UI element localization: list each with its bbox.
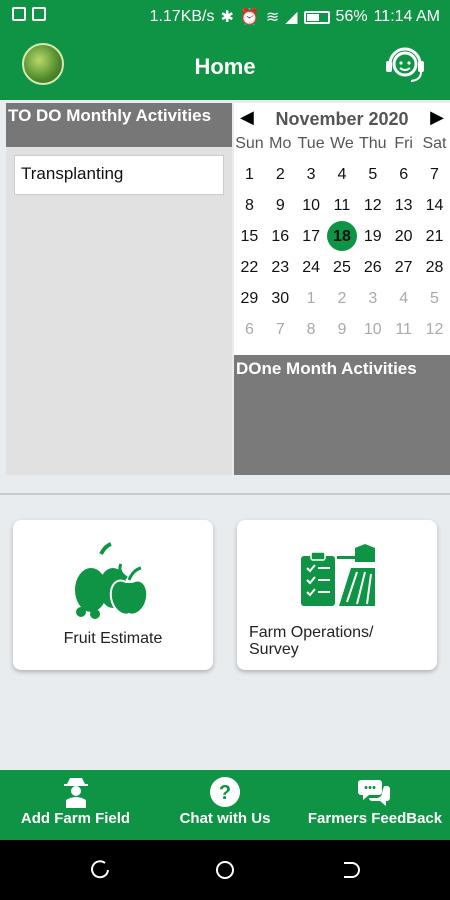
todo-heading: TO DO Monthly Activities xyxy=(6,103,232,147)
todo-item[interactable]: Transplanting xyxy=(14,155,224,195)
bluetooth-icon: ✱ xyxy=(220,9,234,26)
calendar-day[interactable]: 11 xyxy=(327,190,358,221)
farm-operations-card[interactable]: Farm Operations/ Survey xyxy=(237,520,437,670)
nav-farmers-feedback[interactable]: Farmers FeedBack xyxy=(300,770,450,840)
calendar-day[interactable]: 12 xyxy=(419,314,450,345)
next-month-icon[interactable]: ▶ xyxy=(430,107,444,128)
todo-panel: TO DO Monthly Activities Transplanting xyxy=(6,103,232,475)
fruit-estimate-card[interactable]: Fruit Estimate xyxy=(13,520,213,670)
weekday-label: Tue xyxy=(297,135,325,152)
weekday-row: Sun Mo Tue We Thu Fri Sat xyxy=(234,135,450,159)
weekday-label: We xyxy=(330,135,354,152)
app-bar: Home xyxy=(0,34,450,100)
calendar-day[interactable]: 23 xyxy=(265,252,296,283)
bottom-nav: Add Farm Field ? Chat with Us Farmers Fe… xyxy=(0,770,450,840)
calendar-day[interactable]: 27 xyxy=(388,252,419,283)
home-icon[interactable] xyxy=(214,859,236,881)
weekday-label: Mo xyxy=(269,135,292,152)
headset-support-icon[interactable] xyxy=(382,42,428,88)
calendar-day[interactable]: 3 xyxy=(296,159,327,190)
calendar-day[interactable]: 29 xyxy=(234,283,265,314)
calendar-day[interactable]: 14 xyxy=(419,190,450,221)
battery-percent: 56% xyxy=(335,8,368,25)
calendar-day[interactable]: 13 xyxy=(388,190,419,221)
calendar-day[interactable]: 28 xyxy=(419,252,450,283)
nav-chat-with-us[interactable]: ? Chat with Us xyxy=(160,770,290,840)
calendar-day[interactable]: 5 xyxy=(357,159,388,190)
calendar-day[interactable]: 10 xyxy=(296,190,327,221)
calendar-day[interactable]: 6 xyxy=(388,159,419,190)
calendar-day[interactable]: 10 xyxy=(357,314,388,345)
calendar-day[interactable]: 11 xyxy=(388,314,419,345)
calendar-day[interactable]: 15 xyxy=(234,221,265,252)
nav-label: Farmers FeedBack xyxy=(307,810,443,827)
calendar-day[interactable]: 8 xyxy=(296,314,327,345)
calendar-day[interactable]: 2 xyxy=(327,283,358,314)
calendar-header: ◀ November 2020 ▶ xyxy=(234,103,450,135)
calendar-day[interactable]: 3 xyxy=(357,283,388,314)
svg-text:?: ? xyxy=(219,782,231,804)
card-label: Fruit Estimate xyxy=(63,630,163,647)
calendar-day[interactable]: 7 xyxy=(265,314,296,345)
calendar-day[interactable]: 20 xyxy=(388,221,419,252)
calendar-day-selected[interactable]: 18 xyxy=(326,221,358,252)
done-panel: DOne Month Activities xyxy=(234,355,450,475)
weekday-label: Thu xyxy=(359,135,387,152)
battery-icon xyxy=(303,10,330,24)
calendar-day[interactable]: 8 xyxy=(234,190,265,221)
card-label: Farm Operations/ Survey xyxy=(249,624,449,658)
calendar-day[interactable]: 4 xyxy=(327,159,358,190)
calendar-day[interactable]: 25 xyxy=(327,252,358,283)
weekday-label: Fri xyxy=(394,135,413,152)
calendar-day[interactable]: 19 xyxy=(357,221,388,252)
weekday-label: Sat xyxy=(422,135,447,152)
calendar-day[interactable]: 1 xyxy=(296,283,327,314)
fruit-icon xyxy=(75,542,149,619)
farmer-icon xyxy=(63,778,88,808)
calendar-day[interactable]: 5 xyxy=(419,283,450,314)
done-heading: DOne Month Activities xyxy=(236,359,417,378)
selected-day-marker: 18 xyxy=(326,221,357,251)
calendar-day[interactable]: 1 xyxy=(234,159,265,190)
shield-icon xyxy=(12,7,26,21)
calendar-month-label: November 2020 xyxy=(275,109,409,129)
calendar-day[interactable]: 30 xyxy=(265,283,296,314)
calendar-day[interactable]: 16 xyxy=(265,221,296,252)
calendar-day[interactable]: 2 xyxy=(265,159,296,190)
signal-icon: ◢ xyxy=(285,9,298,26)
card-label-line1: Farm Operations/ xyxy=(249,624,374,641)
clock-time: 11:14 AM xyxy=(373,8,440,25)
calendar-day[interactable]: 21 xyxy=(419,221,450,252)
calendar-grid: 1 2 3 4 5 6 7 8 9 10 11 12 13 14 15 16 17 18 19 20 21 22 23 24 2… xyxy=(234,159,450,345)
divider xyxy=(0,493,450,495)
calendar-day[interactable]: 12 xyxy=(357,190,388,221)
nav-label: Add Farm Field xyxy=(20,810,131,827)
calendar-day[interactable]: 9 xyxy=(327,314,358,345)
wifi-icon: ≋ xyxy=(265,9,280,26)
clipboard-barn-icon xyxy=(301,544,375,606)
alarm-icon: ⏰ xyxy=(239,9,260,26)
nav-add-farm-field[interactable]: Add Farm Field xyxy=(8,770,143,840)
image-icon xyxy=(32,7,46,21)
back-icon[interactable] xyxy=(339,859,361,881)
system-nav-bar xyxy=(0,840,450,900)
calendar-day[interactable]: 7 xyxy=(419,159,450,190)
calendar-day[interactable]: 4 xyxy=(388,283,419,314)
recent-apps-icon[interactable] xyxy=(89,859,111,881)
weekday-label: Sun xyxy=(235,135,264,152)
calendar-day[interactable]: 26 xyxy=(357,252,388,283)
card-label-line2: Survey xyxy=(249,641,299,658)
network-speed: 1.17KB/s xyxy=(149,8,215,25)
calendar-day[interactable]: 9 xyxy=(265,190,296,221)
status-bar: 1.17KB/s ✱ ⏰ ≋ ◢ 56% 11:14 AM xyxy=(0,0,450,34)
chat-bubbles-icon xyxy=(358,780,390,806)
calendar-day[interactable]: 17 xyxy=(296,221,327,252)
help-icon: ? xyxy=(210,777,240,807)
nav-label: Chat with Us xyxy=(179,810,271,827)
calendar: ◀ November 2020 ▶ Sun Mo Tue We Thu Fri … xyxy=(234,103,450,355)
calendar-day[interactable]: 24 xyxy=(296,252,327,283)
calendar-day[interactable]: 6 xyxy=(234,314,265,345)
calendar-day[interactable]: 22 xyxy=(234,252,265,283)
